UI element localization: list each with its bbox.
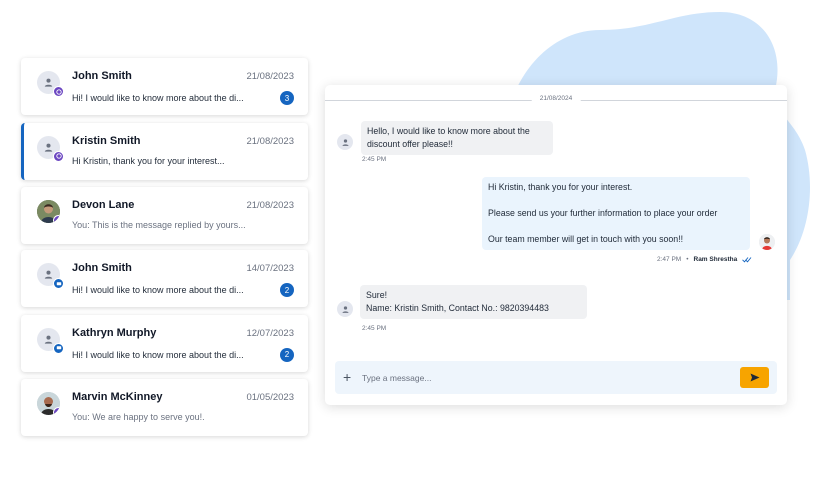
date-divider: 21/08/2024 bbox=[325, 95, 787, 105]
agent-photo bbox=[759, 234, 775, 250]
message-line: Sure! bbox=[366, 290, 388, 300]
messenger-icon bbox=[53, 407, 60, 415]
message-preview: Hi! I would like to know more about the … bbox=[72, 285, 244, 295]
avatar bbox=[37, 327, 64, 354]
message-preview: Hi! I would like to know more about the … bbox=[72, 93, 244, 103]
sms-icon bbox=[53, 278, 64, 289]
incoming-message: Hello, I would like to know more about t… bbox=[361, 121, 553, 155]
message-line: Hello, I would like to know more about t… bbox=[367, 126, 530, 136]
conversation-item-marvin-mckinney[interactable]: Marvin McKinney 01/05/2023 You: We are h… bbox=[21, 379, 308, 436]
chat-panel: 21/08/2024 Hello, I would like to know m… bbox=[325, 85, 787, 405]
contact-name: John Smith bbox=[72, 70, 132, 82]
conversation-item-kathryn-murphy[interactable]: Kathryn Murphy 12/07/2023 Hi! I would li… bbox=[21, 314, 308, 372]
message-line: Name: Kristin Smith, Contact No.: 982039… bbox=[366, 303, 549, 313]
message-preview: You: This is the message replied by your… bbox=[72, 220, 246, 230]
conversation-date: 21/08/2023 bbox=[246, 200, 294, 211]
chat-app-showcase: John Smith 21/08/2023 Hi! I would like t… bbox=[0, 0, 816, 491]
message-time: 2:47 PM bbox=[657, 256, 682, 263]
message-input[interactable] bbox=[362, 370, 722, 386]
avatar bbox=[37, 71, 64, 97]
contact-name: Kathryn Murphy bbox=[72, 326, 157, 339]
conversation-date: 21/08/2023 bbox=[246, 71, 294, 82]
user-icon bbox=[44, 270, 53, 279]
contact-name: Marvin McKinney bbox=[72, 391, 163, 403]
meta-separator: • bbox=[686, 256, 689, 263]
sms-icon bbox=[53, 342, 64, 354]
conversation-date: 14/07/2023 bbox=[246, 263, 294, 274]
incoming-message: Sure! Name: Kristin Smith, Contact No.: … bbox=[360, 285, 587, 319]
conversation-date: 01/05/2023 bbox=[246, 392, 294, 403]
user-icon bbox=[44, 335, 53, 344]
unread-count-badge: 2 bbox=[280, 283, 294, 297]
message-preview: Hi! I would like to know more about the … bbox=[72, 349, 244, 360]
contact-name: Kristin Smith bbox=[72, 134, 141, 147]
plus-icon[interactable]: + bbox=[343, 369, 351, 385]
message-time: 2:45 PM bbox=[362, 156, 387, 163]
conversation-date: 12/07/2023 bbox=[246, 327, 294, 339]
messenger-icon bbox=[53, 215, 60, 223]
unread-count-badge: 2 bbox=[280, 347, 294, 362]
conversation-item-kristin-smith[interactable]: Kristin Smith 21/08/2023 Hi Kristin, tha… bbox=[21, 122, 308, 180]
agent-name: Ram Shrestha bbox=[693, 256, 738, 263]
send-icon bbox=[750, 373, 759, 382]
avatar bbox=[37, 263, 64, 289]
messenger-icon bbox=[53, 150, 64, 162]
agent-avatar bbox=[759, 234, 775, 250]
conversation-date: 21/08/2023 bbox=[246, 135, 294, 147]
outgoing-message: Hi Kristin, thank you for your interest.… bbox=[482, 177, 750, 250]
message-time: 2:45 PM bbox=[362, 325, 387, 332]
conversation-item-devon-lane[interactable]: Devon Lane 21/08/2023 You: This is the m… bbox=[21, 187, 308, 244]
conversation-item-john-smith-sms[interactable]: John Smith 14/07/2023 Hi! I would like t… bbox=[21, 250, 308, 307]
message-line: discount offer please!! bbox=[367, 139, 453, 149]
message-preview: Hi Kristin, thank you for your interest.… bbox=[72, 155, 225, 166]
outgoing-message-meta: 2:47 PM • Ram Shrestha bbox=[657, 256, 752, 263]
send-button[interactable] bbox=[740, 367, 769, 388]
avatar bbox=[37, 200, 60, 223]
messenger-icon bbox=[53, 86, 64, 97]
user-icon bbox=[44, 78, 53, 87]
message-line: Hi Kristin, thank you for your interest. bbox=[488, 182, 633, 192]
user-icon bbox=[342, 305, 348, 313]
contact-name: John Smith bbox=[72, 262, 132, 274]
unread-count-badge: 3 bbox=[280, 91, 294, 105]
contact-avatar bbox=[337, 301, 353, 317]
double-check-icon bbox=[742, 257, 752, 263]
contact-name: Devon Lane bbox=[72, 199, 135, 211]
user-icon bbox=[44, 143, 53, 152]
message-preview: You: We are happy to serve you!. bbox=[72, 412, 205, 422]
avatar bbox=[37, 135, 64, 162]
message-line: Our team member will get in touch with y… bbox=[488, 234, 684, 244]
user-icon bbox=[342, 138, 348, 146]
conversation-item-john-smith[interactable]: John Smith 21/08/2023 Hi! I would like t… bbox=[21, 58, 308, 115]
message-composer: + bbox=[335, 361, 777, 394]
date-divider-label: 21/08/2024 bbox=[531, 95, 581, 102]
avatar bbox=[37, 392, 60, 415]
contact-avatar bbox=[337, 134, 353, 150]
message-line: Please send us your further information … bbox=[488, 208, 718, 218]
conversation-list: John Smith 21/08/2023 Hi! I would like t… bbox=[21, 58, 308, 444]
